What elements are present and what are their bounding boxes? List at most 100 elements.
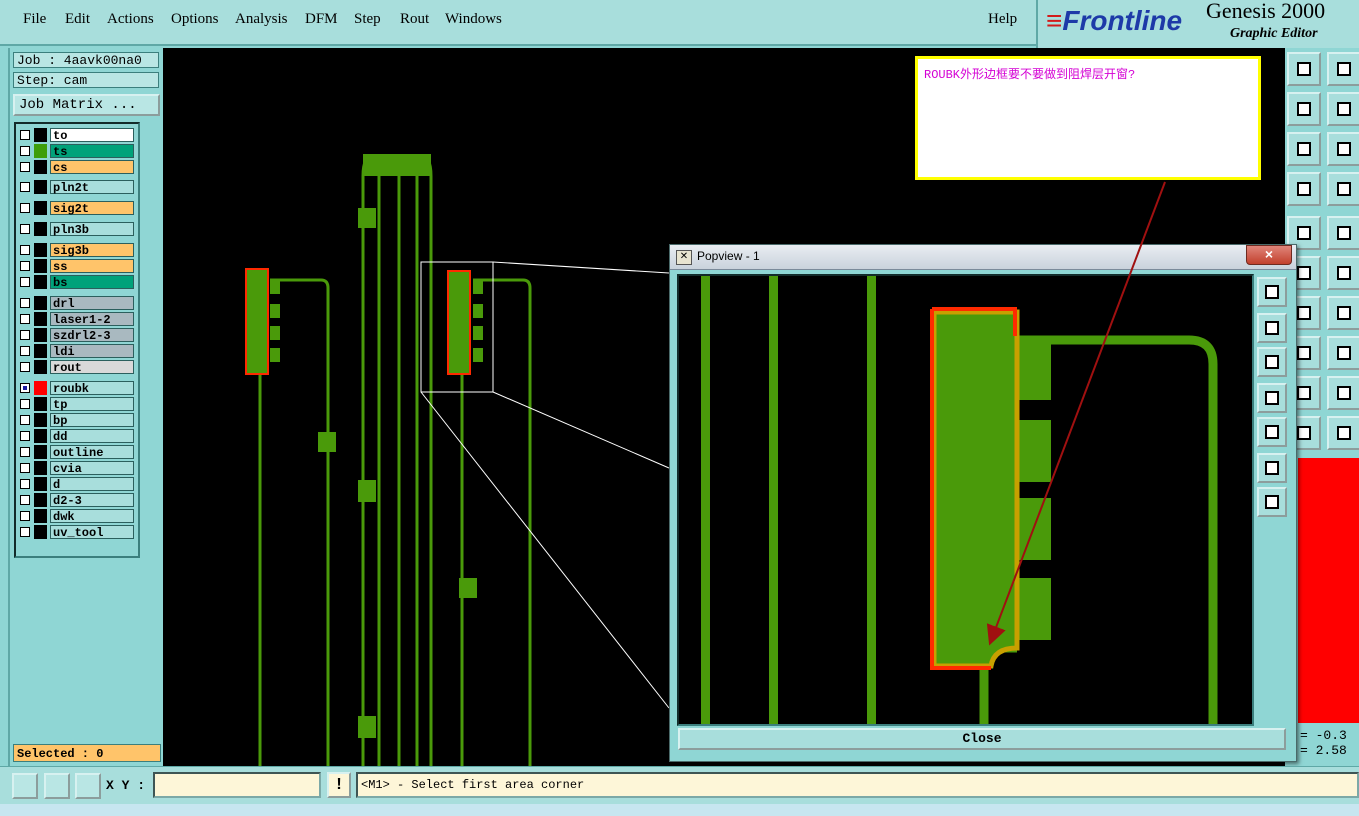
layer-checkbox[interactable]	[20, 527, 30, 537]
layer-name[interactable]: szdrl2-3	[50, 328, 134, 343]
layer-row[interactable]: rout	[18, 360, 136, 375]
menu-windows[interactable]: Windows	[445, 11, 502, 28]
layer-row[interactable]: cs	[18, 160, 136, 175]
layer-row[interactable]: pln3b	[18, 222, 136, 237]
layer-color-swatch[interactable]	[34, 201, 47, 215]
menu-rout[interactable]: Rout	[400, 11, 429, 28]
popview-tool-2[interactable]	[1257, 313, 1287, 343]
layer-row[interactable]: cvia	[18, 461, 136, 476]
layer-color-swatch[interactable]	[34, 275, 47, 289]
job-matrix-button[interactable]: Job Matrix ...	[13, 94, 160, 116]
layer-checkbox[interactable]	[20, 146, 30, 156]
layer-name[interactable]: sig3b	[50, 243, 134, 258]
layer-row[interactable]: ss	[18, 259, 136, 274]
layer-color-swatch[interactable]	[34, 477, 47, 491]
tool-button-3[interactable]	[1287, 92, 1321, 126]
snap-mode-button[interactable]	[12, 773, 38, 799]
menu-edit[interactable]: Edit	[65, 11, 90, 28]
layer-row[interactable]: dd	[18, 429, 136, 444]
layer-checkbox[interactable]	[20, 346, 30, 356]
layer-name[interactable]: roubk	[50, 381, 134, 396]
tool-button-1[interactable]	[1287, 52, 1321, 86]
menu-file[interactable]: File	[23, 11, 46, 28]
layer-row[interactable]: sig2t	[18, 201, 136, 216]
menu-help[interactable]: Help	[988, 11, 1017, 28]
layer-color-swatch[interactable]	[34, 128, 47, 142]
layer-color-swatch[interactable]	[34, 429, 47, 443]
layer-row[interactable]: drl	[18, 296, 136, 311]
layer-checkbox[interactable]	[20, 298, 30, 308]
layer-checkbox[interactable]	[20, 399, 30, 409]
tool-button-10[interactable]	[1327, 216, 1359, 250]
layer-row[interactable]: szdrl2-3	[18, 328, 136, 343]
layer-color-swatch[interactable]	[34, 328, 47, 342]
layer-row[interactable]: to	[18, 128, 136, 143]
layer-color-swatch[interactable]	[34, 509, 47, 523]
layer-color-swatch[interactable]	[34, 381, 47, 395]
layer-color-swatch[interactable]	[34, 461, 47, 475]
layer-name[interactable]: ss	[50, 259, 134, 274]
tool-button-4[interactable]	[1327, 92, 1359, 126]
layer-color-swatch[interactable]	[34, 413, 47, 427]
layer-color-swatch[interactable]	[34, 180, 47, 194]
layer-checkbox[interactable]	[20, 495, 30, 505]
layer-color-swatch[interactable]	[34, 259, 47, 273]
layer-color-swatch[interactable]	[34, 144, 47, 158]
menu-options[interactable]: Options	[171, 11, 219, 28]
layer-name[interactable]: dwk	[50, 509, 134, 524]
layer-row[interactable]: outline	[18, 445, 136, 460]
layer-checkbox[interactable]	[20, 314, 30, 324]
popview-tool-6[interactable]	[1257, 453, 1287, 483]
layer-row[interactable]: pln2t	[18, 180, 136, 195]
layer-color-swatch[interactable]	[34, 360, 47, 374]
layer-color-swatch[interactable]	[34, 525, 47, 539]
layer-checkbox[interactable]	[20, 447, 30, 457]
layer-checkbox[interactable]	[20, 245, 30, 255]
tool-button-6[interactable]	[1327, 132, 1359, 166]
layer-checkbox[interactable]	[20, 463, 30, 473]
layer-name[interactable]: rout	[50, 360, 134, 375]
layer-name[interactable]: d2-3	[50, 493, 134, 508]
layer-name[interactable]: sig2t	[50, 201, 134, 216]
popview-titlebar[interactable]: ✕ Popview - 1 ×	[670, 245, 1296, 270]
popview-tool-1[interactable]	[1257, 277, 1287, 307]
tool-button-8[interactable]	[1327, 172, 1359, 206]
menu-actions[interactable]: Actions	[107, 11, 154, 28]
layer-name[interactable]: ts	[50, 144, 134, 159]
menu-step[interactable]: Step	[354, 11, 381, 28]
layer-name[interactable]: pln3b	[50, 222, 134, 237]
layer-color-swatch[interactable]	[34, 243, 47, 257]
popview-close-button[interactable]: Close	[678, 728, 1286, 750]
layer-color-swatch[interactable]	[34, 160, 47, 174]
layer-row[interactable]: bs	[18, 275, 136, 290]
layer-row[interactable]: laser1-2	[18, 312, 136, 327]
warning-button[interactable]: !	[327, 772, 351, 798]
layer-checkbox[interactable]	[20, 383, 30, 393]
layer-row[interactable]: roubk	[18, 381, 136, 396]
popview-canvas[interactable]	[677, 274, 1254, 726]
layer-checkbox[interactable]	[20, 479, 30, 489]
layer-row[interactable]: d2-3	[18, 493, 136, 508]
tool-button-12[interactable]	[1327, 256, 1359, 290]
layer-name[interactable]: bp	[50, 413, 134, 428]
layer-checkbox[interactable]	[20, 511, 30, 521]
layer-color-swatch[interactable]	[34, 312, 47, 326]
layer-checkbox[interactable]	[20, 130, 30, 140]
layer-row[interactable]: dwk	[18, 509, 136, 524]
layer-name[interactable]: cvia	[50, 461, 134, 476]
layer-color-swatch[interactable]	[34, 397, 47, 411]
tool-button-2[interactable]	[1327, 52, 1359, 86]
tool-button-18[interactable]	[1327, 376, 1359, 410]
layer-name[interactable]: outline	[50, 445, 134, 460]
tool-button-14[interactable]	[1327, 296, 1359, 330]
layer-color-swatch[interactable]	[34, 344, 47, 358]
layer-row[interactable]: tp	[18, 397, 136, 412]
layer-checkbox[interactable]	[20, 415, 30, 425]
tool-button-16[interactable]	[1327, 336, 1359, 370]
layer-name[interactable]: bs	[50, 275, 134, 290]
layer-checkbox[interactable]	[20, 224, 30, 234]
layer-name[interactable]: d	[50, 477, 134, 492]
layer-name[interactable]: laser1-2	[50, 312, 134, 327]
layer-name[interactable]: drl	[50, 296, 134, 311]
layer-name[interactable]: dd	[50, 429, 134, 444]
